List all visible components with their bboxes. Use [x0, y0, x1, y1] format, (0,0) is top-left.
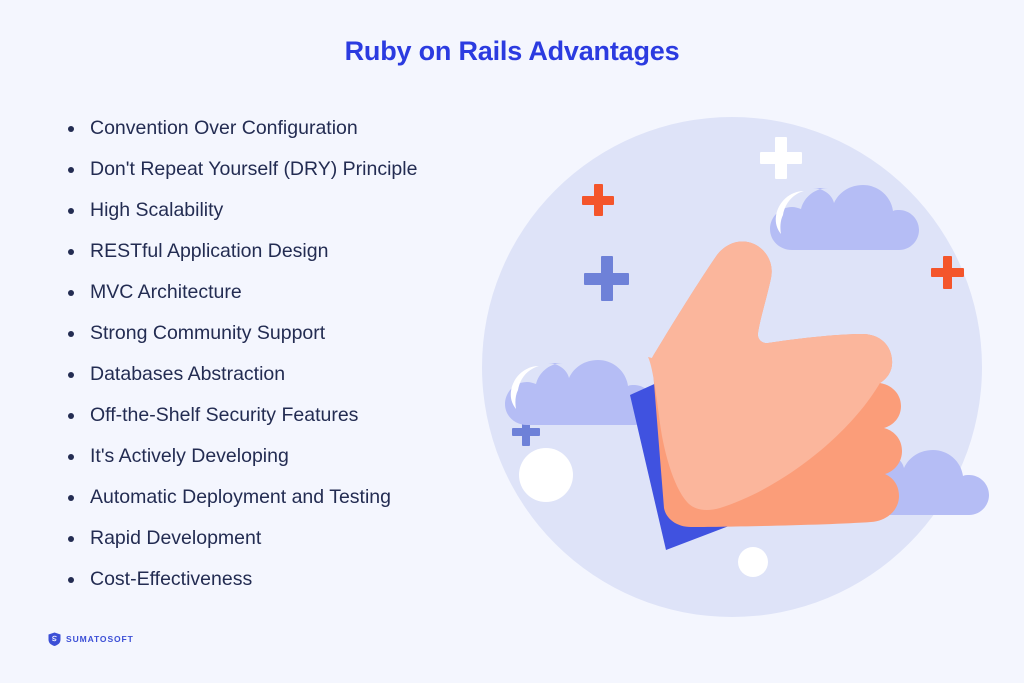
bullet-icon [68, 330, 74, 337]
list-item: Strong Community Support [62, 313, 532, 354]
list-item: Rapid Development [62, 518, 532, 559]
bullet-icon [68, 289, 74, 296]
bullet-icon [68, 248, 74, 255]
bullet-icon [68, 125, 74, 132]
list-item-label: Rapid Development [90, 527, 262, 549]
list-item-label: Cost-Effectiveness [90, 568, 253, 590]
list-item-label: Off-the-Shelf Security Features [90, 404, 359, 426]
dot-icon-2 [738, 547, 768, 577]
bullet-icon [68, 576, 74, 583]
list-item: High Scalability [62, 190, 532, 231]
page-title: Ruby on Rails Advantages [344, 36, 680, 66]
shield-s-icon [48, 632, 61, 646]
list-item-label: Don't Repeat Yourself (DRY) Principle [90, 158, 418, 180]
dot-icon-3 [519, 448, 573, 502]
list-item: Cost-Effectiveness [62, 559, 532, 600]
list-item: Convention Over Configuration [62, 108, 532, 149]
list-item: It's Actively Developing [62, 436, 532, 477]
list-item: MVC Architecture [62, 272, 532, 313]
list-item: Don't Repeat Yourself (DRY) Principle [62, 149, 532, 190]
list-item-label: Strong Community Support [90, 322, 326, 344]
thumbs-up-illustration [470, 95, 1010, 635]
list-item: Automatic Deployment and Testing [62, 477, 532, 518]
list-item-label: Convention Over Configuration [90, 117, 358, 139]
bullet-icon [68, 453, 74, 460]
list-item-label: RESTful Application Design [90, 240, 329, 262]
logo-wordmark: SUMATOSOFT [66, 634, 134, 644]
list-item-label: It's Actively Developing [90, 445, 289, 467]
bullet-icon [68, 412, 74, 419]
bullet-icon [68, 535, 74, 542]
list-item: Off-the-Shelf Security Features [62, 395, 532, 436]
list-item: Databases Abstraction [62, 354, 532, 395]
bullet-icon [68, 494, 74, 501]
brand-logo[interactable]: SUMATOSOFT [48, 632, 134, 646]
bullet-icon [68, 166, 74, 173]
advantages-list: Convention Over Configuration Don't Repe… [62, 108, 532, 600]
list-item-label: MVC Architecture [90, 281, 242, 303]
list-item-label: High Scalability [90, 199, 224, 221]
list-item-label: Automatic Deployment and Testing [90, 486, 391, 508]
list-item: RESTful Application Design [62, 231, 532, 272]
list-item-label: Databases Abstraction [90, 363, 286, 385]
bullet-icon [68, 371, 74, 378]
bullet-icon [68, 207, 74, 214]
infographic-page: Ruby on Rails Advantages Convention Over… [0, 0, 1024, 683]
